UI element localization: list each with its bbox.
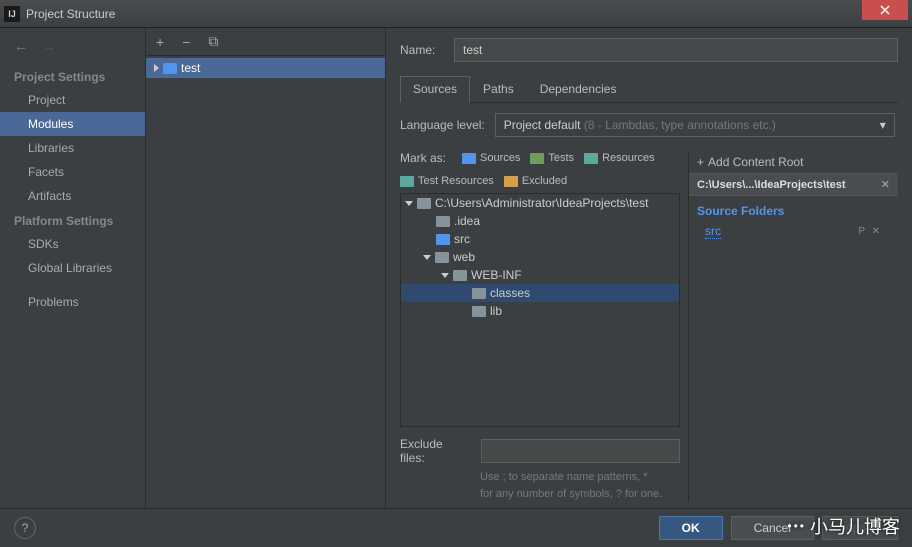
sidebar-item-modules[interactable]: Modules xyxy=(0,112,145,136)
folder-icon xyxy=(400,176,414,187)
tree-row[interactable]: .idea xyxy=(401,212,679,230)
folder-icon xyxy=(472,288,486,299)
cancel-button[interactable]: Cancel xyxy=(731,516,814,540)
source-folder-actions[interactable]: P ✕ xyxy=(858,226,882,237)
tree-row[interactable]: src xyxy=(401,230,679,248)
chevron-down-icon: ▾ xyxy=(880,118,886,132)
language-level-select[interactable]: Project default (8 - Lambdas, type annot… xyxy=(495,113,895,137)
nav-back-icon[interactable]: ← xyxy=(14,38,28,54)
tab-paths[interactable]: Paths xyxy=(470,76,527,102)
tab-sources[interactable]: Sources xyxy=(400,76,470,103)
module-item[interactable]: test xyxy=(146,58,385,78)
mark-excluded[interactable]: Excluded xyxy=(504,175,567,187)
sidebar-heading-project: Project Settings xyxy=(0,64,145,88)
folder-icon xyxy=(530,153,544,164)
name-label: Name: xyxy=(400,43,442,57)
exclude-files-label: Exclude files: xyxy=(400,437,471,465)
folder-icon xyxy=(504,176,518,187)
folder-icon xyxy=(435,252,449,263)
copy-module-icon[interactable]: ⧉ xyxy=(208,33,218,50)
collapse-icon xyxy=(441,273,449,278)
remove-root-icon[interactable]: ✕ xyxy=(881,178,890,191)
mark-resources[interactable]: Resources xyxy=(584,152,655,164)
sidebar-item-global-libraries[interactable]: Global Libraries xyxy=(0,256,145,280)
module-icon xyxy=(163,63,177,74)
content-root-path[interactable]: C:\Users\...\IdeaProjects\test ✕ xyxy=(689,173,898,196)
language-level-label: Language level: xyxy=(400,118,485,132)
folder-icon xyxy=(584,153,598,164)
mark-sources[interactable]: Sources xyxy=(462,152,520,164)
mark-as-label: Mark as: xyxy=(400,151,446,165)
mark-test-resources[interactable]: Test Resources xyxy=(400,175,494,187)
sidebar-item-facets[interactable]: Facets xyxy=(0,160,145,184)
source-folder-item[interactable]: srcP ✕ xyxy=(689,222,898,241)
collapse-icon xyxy=(405,201,413,206)
tab-dependencies[interactable]: Dependencies xyxy=(527,76,630,102)
plus-icon: + xyxy=(697,155,704,169)
tree-row[interactable]: web xyxy=(401,248,679,266)
source-folder-tree[interactable]: C:\Users\Administrator\IdeaProjects\test… xyxy=(400,193,680,427)
module-name-input[interactable] xyxy=(454,38,898,62)
tree-row[interactable]: classes xyxy=(401,284,679,302)
sidebar-item-sdks[interactable]: SDKs xyxy=(0,232,145,256)
folder-icon xyxy=(436,216,450,227)
folder-icon xyxy=(462,153,476,164)
help-icon[interactable]: ? xyxy=(14,517,36,539)
ok-button[interactable]: OK xyxy=(659,516,723,540)
app-icon: IJ xyxy=(4,6,20,22)
collapse-icon xyxy=(423,255,431,260)
remove-module-icon[interactable]: − xyxy=(182,34,190,50)
add-content-root-button[interactable]: + Add Content Root xyxy=(689,151,898,173)
module-details-panel: Name: SourcesPathsDependencies Language … xyxy=(386,28,912,508)
tree-row[interactable]: WEB-INF xyxy=(401,266,679,284)
add-module-icon[interactable]: + xyxy=(156,34,164,50)
module-list-panel: + − ⧉ test xyxy=(146,28,386,508)
exclude-files-input[interactable] xyxy=(481,439,680,463)
tree-row[interactable]: C:\Users\Administrator\IdeaProjects\test xyxy=(401,194,679,212)
expand-icon xyxy=(154,64,159,72)
window-close-button[interactable] xyxy=(862,0,908,20)
nav-forward-icon: → xyxy=(42,38,56,54)
settings-sidebar: ← → Project Settings ProjectModulesLibra… xyxy=(0,28,146,508)
exclude-hint: Use ; to separate name patterns, * for a… xyxy=(480,469,680,502)
folder-icon xyxy=(453,270,467,281)
tree-row[interactable]: lib xyxy=(401,302,679,320)
sidebar-item-artifacts[interactable]: Artifacts xyxy=(0,184,145,208)
sidebar-item-libraries[interactable]: Libraries xyxy=(0,136,145,160)
window-title: Project Structure xyxy=(26,7,862,21)
folder-icon xyxy=(417,198,431,209)
sidebar-heading-platform: Platform Settings xyxy=(0,208,145,232)
apply-button[interactable]: Apply xyxy=(822,516,898,540)
source-folders-heading: Source Folders xyxy=(689,196,898,222)
sidebar-item-problems[interactable]: Problems xyxy=(0,290,145,314)
folder-icon xyxy=(472,306,486,317)
folder-icon xyxy=(436,234,450,245)
sidebar-item-project[interactable]: Project xyxy=(0,88,145,112)
mark-tests[interactable]: Tests xyxy=(530,152,574,164)
